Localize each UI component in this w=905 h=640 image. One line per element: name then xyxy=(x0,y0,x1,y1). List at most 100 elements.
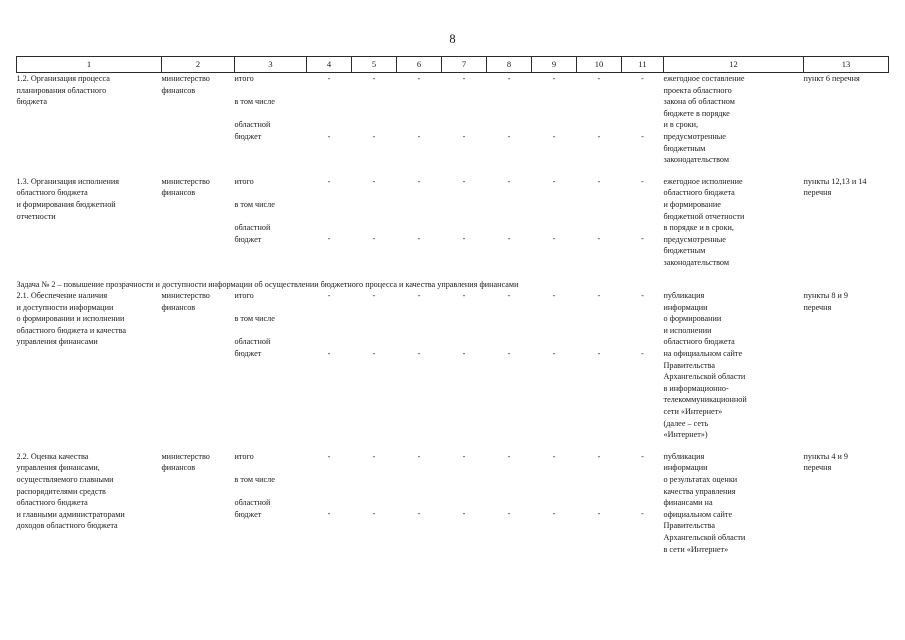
value-regional-budget: - xyxy=(597,509,601,519)
row-value-col-10: -- xyxy=(577,290,622,441)
value-spacer xyxy=(577,462,622,508)
value-spacer xyxy=(352,302,397,348)
table-row: 2.2. Оценка качества управления финансам… xyxy=(17,451,889,555)
row-funding-source: итого в том числе областной бюджет xyxy=(234,451,275,519)
row-executor: министерство финансов xyxy=(161,291,210,312)
value-spacer xyxy=(442,85,487,131)
row-value-col-8: -- xyxy=(487,290,532,441)
row-value-col-4: -- xyxy=(307,73,352,166)
value-total: - xyxy=(597,451,601,461)
value-total: - xyxy=(462,176,466,186)
value-regional-budget: - xyxy=(462,348,466,358)
row-measure-name: 1.3. Организация исполнения областного б… xyxy=(16,176,120,221)
column-header-12: 12 xyxy=(663,56,804,73)
row-expected-result: публикация информации о результатах оцен… xyxy=(663,451,746,554)
table-row: 1.2. Организация процесса планирования о… xyxy=(17,73,889,166)
value-total: - xyxy=(641,74,644,83)
row-reference: пункты 8 и 9 перечня xyxy=(803,291,849,312)
column-header-10: 10 xyxy=(576,56,622,73)
value-regional-budget: - xyxy=(372,234,376,244)
value-regional-budget: - xyxy=(462,234,466,244)
row-value-col-4: -- xyxy=(307,451,352,555)
row-expected-result: публикация информации о формировании и и… xyxy=(663,291,747,440)
value-spacer xyxy=(397,85,442,131)
row-value-col-9: -- xyxy=(532,451,577,555)
value-regional-budget: - xyxy=(327,131,331,141)
column-header-5: 5 xyxy=(351,56,397,73)
value-regional-budget: - xyxy=(462,131,466,141)
row-spacer-cell xyxy=(17,441,889,451)
value-spacer xyxy=(397,187,442,233)
row-value-col-9: -- xyxy=(532,73,577,166)
value-total: - xyxy=(597,74,601,83)
value-spacer xyxy=(352,187,397,233)
value-regional-budget: - xyxy=(462,509,466,519)
column-header-13: 13 xyxy=(803,56,889,73)
row-expected-result: ежегодное исполнение областного бюджета … xyxy=(663,176,745,267)
row-value-col-7: -- xyxy=(442,290,487,441)
value-regional-budget: - xyxy=(597,131,601,141)
row-value-col-10: -- xyxy=(577,73,622,166)
value-spacer xyxy=(577,187,622,233)
column-header-2: 2 xyxy=(161,56,235,73)
row-funding-source: итого в том числе областной бюджет xyxy=(234,74,275,141)
value-spacer xyxy=(622,302,664,348)
row-reference: пункт 6 перечня xyxy=(803,74,860,83)
row-value-col-5: -- xyxy=(352,73,397,166)
value-total: - xyxy=(327,291,331,301)
row-value-col-4: -- xyxy=(307,290,352,441)
value-regional-budget: - xyxy=(327,234,331,244)
column-header-7: 7 xyxy=(441,56,487,73)
value-spacer xyxy=(352,85,397,131)
row-spacer xyxy=(17,166,889,176)
value-total: - xyxy=(641,291,644,301)
table-header: 1 2 3 4 5 6 7 8 9 10 11 12 13 xyxy=(16,56,889,73)
value-spacer xyxy=(397,462,442,508)
value-total: - xyxy=(462,74,466,83)
value-regional-budget: - xyxy=(507,131,511,141)
row-value-col-9: -- xyxy=(532,176,577,269)
row-executor: министерство финансов xyxy=(161,451,210,473)
row-value-col-6: -- xyxy=(397,451,442,555)
document-page: 8 1 2 3 4 5 6 7 8 9 10 11 12 13 1.2. Орг… xyxy=(0,0,905,640)
value-total: - xyxy=(327,74,331,83)
value-spacer xyxy=(307,85,352,131)
row-funding-source: итого в том числе областной бюджет xyxy=(234,176,275,244)
value-regional-budget: - xyxy=(641,131,644,141)
row-spacer xyxy=(17,441,889,451)
value-spacer xyxy=(532,85,577,131)
value-regional-budget: - xyxy=(597,348,601,358)
row-value-col-6: -- xyxy=(397,73,442,166)
row-value-col-11: -- xyxy=(622,73,664,166)
row-value-col-6: -- xyxy=(397,176,442,269)
row-reference: пункты 4 и 9 перечня xyxy=(803,451,849,473)
value-total: - xyxy=(462,451,466,461)
page-number: 8 xyxy=(449,32,456,46)
value-total: - xyxy=(507,176,511,186)
row-spacer-cell xyxy=(17,166,889,176)
value-regional-budget: - xyxy=(327,348,331,358)
value-total: - xyxy=(641,176,644,186)
value-total: - xyxy=(372,451,376,461)
value-total: - xyxy=(417,291,421,301)
value-spacer xyxy=(577,302,622,348)
row-value-col-6: -- xyxy=(397,290,442,441)
value-total: - xyxy=(417,451,421,461)
row-reference: пункты 12,13 и 14 перечня xyxy=(803,176,867,198)
row-spacer-cell xyxy=(17,269,889,279)
value-spacer xyxy=(352,462,397,508)
value-total: - xyxy=(552,291,556,301)
value-regional-budget: - xyxy=(552,348,556,358)
value-spacer xyxy=(487,302,532,348)
value-spacer xyxy=(622,462,664,508)
row-value-col-10: -- xyxy=(577,176,622,269)
value-regional-budget: - xyxy=(552,234,556,244)
row-value-col-5: -- xyxy=(352,290,397,441)
value-total: - xyxy=(507,291,511,301)
value-spacer xyxy=(532,187,577,233)
column-header-11: 11 xyxy=(621,56,664,73)
value-regional-budget: - xyxy=(372,348,376,358)
value-total: - xyxy=(327,451,331,461)
value-spacer xyxy=(622,85,664,131)
value-regional-budget: - xyxy=(507,348,511,358)
